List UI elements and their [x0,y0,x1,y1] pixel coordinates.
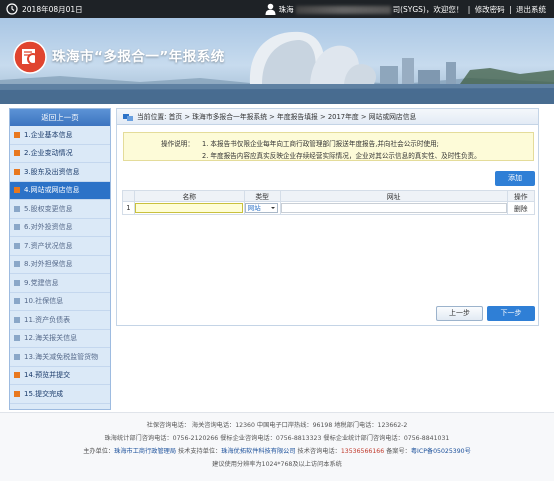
sidebar-item[interactable]: 2.企业变动情况 [10,145,110,163]
bullet-icon [14,261,20,268]
bullet-icon [14,298,20,305]
notice-line-2: 2. 年度报告内容应真实反映企业存续经营实际情况，企业对其公示信息的真实性、及时… [202,152,481,160]
bullet-icon [14,131,20,138]
breadcrumb-text: 当前位置: 首页 > 珠海市多报合一年报系统 > 年度报告填报 > 2017年度… [137,113,417,121]
user-name-suffix: 司(SYGS)，欢迎您！ [392,5,464,14]
sidebar-item-label: 5.股权变更信息 [24,204,73,213]
sidebar-item[interactable]: 1.企业基本信息 [10,126,110,145]
bullet-icon [14,279,20,286]
sidebar-item[interactable]: 11.资产负债表 [10,311,110,330]
change-password-link[interactable]: 修改密码 [475,5,505,14]
url-input[interactable] [280,203,507,213]
logout-link[interactable]: 退出系统 [516,5,546,14]
sidebar-item-label: 15.提交完成 [24,389,64,398]
col-name: 名称 [133,190,245,202]
footer-line-2: 珠海统计部门咨询电话：0756-2120266 餐标企业咨询电话：0756-88… [104,435,450,442]
icp-number: 粤ICP备05025390号 [410,448,471,455]
row-index: 1 [122,201,135,215]
sidebar-item-label: 6.对外投资信息 [24,223,73,231]
table-row: 1 网站 删除 [122,201,536,215]
host-label: 主办单位： [83,448,115,455]
notice-label: 操作说明： [161,140,194,148]
sidebar-item-label: 4.网站或网店信息 [24,186,80,194]
col-action: 操作 [506,190,536,202]
current-date: 2018年08月01日 [22,5,83,14]
separator: | [509,5,512,14]
bullet-icon [14,242,20,249]
bullet-icon [14,150,20,157]
bullet-icon [14,353,20,360]
system-title: 珠海市“多报合一”年报系统 [52,49,225,65]
sidebar-item[interactable]: 8.对外担保信息 [10,256,110,274]
footer: 社保咨询电话： 海关咨询电话：12360 中国电子口岸热线：96198 地税部门… [0,412,554,481]
bullet-icon [14,372,20,379]
icp-label: 备案号： [384,448,411,455]
clock-icon [6,3,18,15]
sidebar-item-label: 8.对外担保信息 [24,260,73,268]
user-icon [265,3,276,15]
footer-line-1: 社保咨询电话： 海关咨询电话：12360 中国电子口岸热线：96198 地税部门… [146,422,408,429]
banner: 珠海市“多报合一”年报系统 [0,18,554,104]
sidebar-item-label: 3.股东及出资信息 [24,167,80,176]
sidebar: 返回上一页 1.企业基本信息 2.企业变动情况 3.股东及出资信息 4.网站或网店信息… [9,108,111,410]
footer-line-4: 建议使用分辨率为1024*768及以上访问本系统 [212,461,342,468]
breadcrumb: 当前位置: 首页 > 珠海市多报合一年报系统 > 年度报告填报 > 2017年度… [117,109,538,125]
separator: | [467,5,471,14]
sidebar-item[interactable]: 15.提交完成 [10,385,110,404]
sidebar-item-label: 10.社保信息 [24,297,64,305]
sidebar-item[interactable]: 13.海关减免税监管货物 [10,348,110,367]
top-bar: 2018年08月01日 珠海 司(SYGS)，欢迎您！ | 修改密码 | 退出系统 [0,0,554,18]
next-button[interactable]: 下一步 [487,306,535,321]
delete-link[interactable]: 删除 [506,201,536,215]
sidebar-item-label: 7.资产状况信息 [24,241,73,250]
col-url: 网址 [279,190,508,202]
sidebar-item-label: 2.企业变动情况 [24,149,73,157]
bullet-icon [14,224,20,231]
col-type: 类型 [243,190,281,202]
location-icon [123,114,133,121]
support-label: 技术支持单位： [176,448,222,455]
sidebar-item-label: 1.企业基本信息 [24,130,73,139]
bullet-icon [14,187,20,194]
col-index [122,190,135,202]
sidebar-item-label: 12.海关报关信息 [24,334,78,342]
sidebar-item[interactable]: 6.对外投资信息 [10,219,110,237]
sidebar-item-label: 14.预览并提交 [24,371,71,379]
bullet-icon [14,168,20,175]
sidebar-item-label: 11.资产负债表 [24,315,71,324]
sidebar-item[interactable]: 7.资产状况信息 [10,237,110,256]
sidebar-item[interactable]: 9.党建信息 [10,274,110,293]
name-input[interactable] [134,203,243,213]
prev-button[interactable]: 上一步 [436,306,483,321]
back-button[interactable]: 返回上一页 [10,109,110,126]
instruction-notice: 操作说明： 1. 本报告书仅限企业每年向工商行政管理部门报送年度报告,并向社会公… [123,132,534,161]
host-name: 珠海市工商行政管理局 [114,448,177,455]
website-table: 名称 类型 网址 操作 1 网站 删除 [122,190,536,215]
sidebar-item[interactable]: 3.股东及出资信息 [10,163,110,182]
user-name-prefix: 珠海 [278,5,294,14]
sidebar-item[interactable]: 10.社保信息 [10,293,110,311]
main-panel: 当前位置: 首页 > 珠海市多报合一年报系统 > 年度报告填报 > 2017年度… [116,108,539,326]
redacted-name [295,6,391,14]
sidebar-item[interactable]: 4.网站或网店信息 [10,181,110,200]
tech-phone-label: 技术咨询电话： [295,448,341,455]
sidebar-item[interactable]: 14.预览并提交 [10,367,110,385]
add-button[interactable]: 添加 [495,171,535,186]
footer-line-3: 主办单位：珠海市工商行政管理局 技术支持单位：珠海优拓软件科技有限公司 技术咨询… [0,446,554,455]
bullet-icon [14,316,20,323]
sidebar-item-label: 9.党建信息 [24,278,59,287]
sidebar-item-label: 13.海关减免税监管货物 [24,352,99,361]
notice-line-1: 1. 本报告书仅限企业每年向工商行政管理部门报送年度报告,并向社会公示时使用; [202,140,439,148]
logo-icon [13,40,47,74]
user-menu: 珠海 司(SYGS)，欢迎您！ | 修改密码 | 退出系统 [277,4,546,15]
bullet-icon [14,390,20,397]
tech-phone: 13536566166 [340,448,385,455]
sidebar-item[interactable]: 5.股权变更信息 [10,200,110,219]
bullet-icon [14,205,20,212]
support-name: 珠海优拓软件科技有限公司 [221,448,296,455]
bullet-icon [14,335,20,342]
type-select[interactable]: 网站 [244,203,278,213]
sidebar-item[interactable]: 12.海关报关信息 [10,330,110,348]
